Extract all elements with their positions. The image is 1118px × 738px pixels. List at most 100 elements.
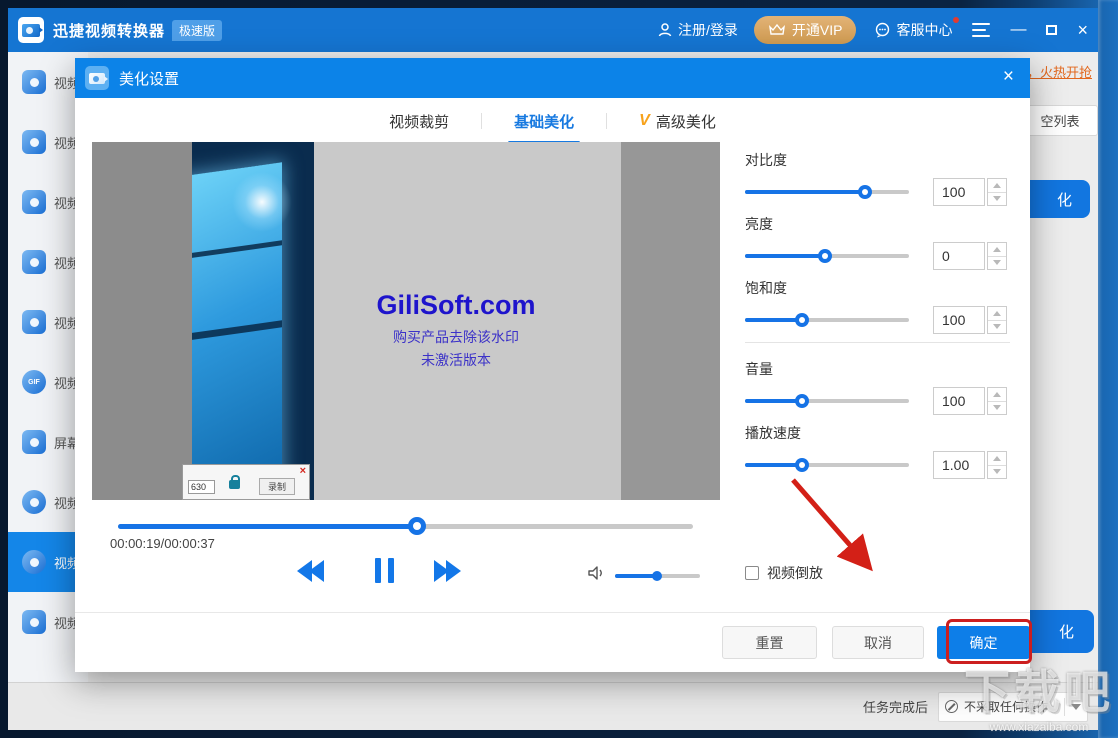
speaker-icon — [588, 566, 602, 580]
saturation-value[interactable]: 100 — [933, 306, 985, 334]
settings-divider — [745, 342, 1010, 343]
promo-link[interactable]: ，火热开抢 — [1027, 62, 1092, 81]
video-download-icon — [22, 490, 46, 514]
volume-handle[interactable] — [651, 571, 662, 581]
contrast-value[interactable]: 100 — [933, 178, 985, 206]
time-display: 00:00:19/00:00:37 — [110, 536, 215, 551]
spin-up-icon — [988, 307, 1006, 321]
mini-size-field: 630 — [188, 480, 215, 494]
maximize-button[interactable] — [1046, 25, 1058, 35]
video-reverse-checkbox[interactable]: 视频倒放 — [745, 563, 1010, 583]
checkbox-box[interactable] — [745, 566, 759, 580]
dialog-tabs: 视频裁剪 基础美化 V 高级美化 — [75, 98, 1030, 144]
no-action-icon — [945, 700, 958, 713]
notification-dot — [953, 17, 960, 23]
mini-record-button: 录制 — [259, 478, 295, 495]
spin-up-icon — [988, 388, 1006, 402]
edition-badge: 极速版 — [172, 19, 223, 41]
tab-video-crop[interactable]: 视频裁剪 — [383, 101, 455, 142]
preview-frame-background: GiliSoft.com 购买产品去除该水印 未激活版本 — [314, 142, 621, 500]
video-preview: GiliSoft.com 购买产品去除该水印 未激活版本 × 630 录制 — [92, 142, 720, 500]
dialog-title: 美化设置 — [119, 70, 180, 88]
volume-setting-slider[interactable] — [745, 394, 909, 408]
spin-down-icon — [988, 466, 1006, 479]
spin-up-icon — [988, 179, 1006, 193]
settings-panel: 对比度 100 亮度 0 饱和度 100 音量 100 播放速度 1.00 视频… — [745, 142, 1010, 583]
dialog-header: 美化设置 × — [75, 58, 1030, 98]
app-logo-icon — [18, 17, 44, 43]
tab-basic-beautify[interactable]: 基础美化 — [508, 101, 581, 144]
video-beautify-icon — [22, 550, 46, 574]
recorded-tool-window: × 630 录制 — [182, 464, 310, 500]
screen-record-icon — [22, 430, 46, 454]
brightness-stepper[interactable] — [987, 242, 1007, 270]
brightness-value[interactable]: 0 — [933, 242, 985, 270]
vip-button[interactable]: 开通VIP — [753, 16, 857, 44]
pause-button[interactable] — [375, 558, 394, 583]
volume-setting-value[interactable]: 100 — [933, 387, 985, 415]
preview-frame-image — [192, 142, 314, 500]
cancel-button[interactable]: 取消 — [832, 626, 924, 659]
close-button[interactable]: × — [1077, 21, 1088, 39]
desktop-wallpaper-strip — [1098, 0, 1118, 738]
ok-button[interactable]: 确定 — [937, 626, 1030, 659]
video-gif-icon: GIF — [22, 370, 46, 394]
menu-icon[interactable] — [972, 23, 991, 37]
mini-close-icon: × — [299, 465, 306, 477]
clear-list-button[interactable]: 空列表 — [1022, 105, 1098, 136]
spin-down-icon — [988, 321, 1006, 334]
video-merge-icon — [22, 310, 46, 334]
brightness-slider[interactable] — [745, 249, 909, 263]
vip-v-icon: V — [639, 112, 650, 129]
spin-down-icon — [988, 257, 1006, 270]
speed-value[interactable]: 1.00 — [933, 451, 985, 479]
chat-icon — [876, 22, 890, 38]
login-button[interactable]: 注册/登录 — [657, 20, 738, 40]
saturation-stepper[interactable] — [987, 306, 1007, 334]
beautify-settings-dialog: 美化设置 × 视频裁剪 基础美化 V 高级美化 GiliSoft.com 购买产… — [75, 58, 1030, 672]
contrast-slider[interactable] — [745, 185, 909, 199]
video-edit-icon — [22, 190, 46, 214]
after-task-label: 任务完成后 — [862, 700, 928, 715]
after-task-dropdown[interactable]: 不采取任何操作 — [938, 691, 1088, 722]
speed-stepper[interactable] — [987, 451, 1007, 479]
support-button[interactable]: 客服中心 — [874, 17, 960, 40]
saturation-slider[interactable] — [745, 313, 909, 327]
video-split-icon — [22, 250, 46, 274]
contrast-stepper[interactable] — [987, 178, 1007, 206]
reset-button[interactable]: 重置 — [722, 626, 817, 659]
bottom-bar: 任务完成后 不采取任何操作 — [8, 682, 1098, 730]
volume-label: 音量 — [745, 361, 773, 377]
speed-slider[interactable] — [745, 458, 909, 472]
preview-pillar-left — [92, 142, 192, 500]
spin-up-icon — [988, 243, 1006, 257]
person-icon — [658, 23, 672, 37]
video-convert-icon — [22, 70, 46, 94]
dialog-footer: 重置 取消 确定 — [75, 612, 1030, 672]
gilisoft-watermark: GiliSoft.com 购买产品去除该水印 未激活版本 — [376, 290, 536, 368]
volume-slider[interactable] — [615, 571, 700, 581]
video-compress-icon — [22, 130, 46, 154]
preview-pillar-right — [621, 142, 720, 500]
brightness-label: 亮度 — [745, 216, 773, 232]
spin-down-icon — [988, 193, 1006, 206]
dialog-app-icon — [85, 66, 109, 90]
minimize-button[interactable]: — — [1010, 22, 1026, 38]
tab-advanced-beautify[interactable]: V 高级美化 — [633, 101, 722, 142]
crown-icon — [768, 23, 785, 35]
playback-progress-slider[interactable] — [118, 517, 693, 535]
fast-forward-button[interactable] — [434, 560, 461, 582]
progress-handle[interactable] — [408, 517, 426, 535]
lock-icon — [229, 475, 240, 489]
dialog-close-icon[interactable]: × — [1003, 67, 1014, 87]
spin-up-icon — [988, 452, 1006, 466]
video-watermark-icon — [22, 610, 46, 634]
saturation-label: 饱和度 — [745, 280, 787, 296]
rewind-button[interactable] — [297, 560, 324, 582]
contrast-label: 对比度 — [745, 152, 787, 168]
titlebar: 迅捷视频转换器 极速版 注册/登录 开通VIP 客服中心 — × — [8, 8, 1098, 52]
volume-stepper[interactable] — [987, 387, 1007, 415]
chevron-down-icon — [1064, 697, 1081, 716]
spin-down-icon — [988, 402, 1006, 415]
app-title: 迅捷视频转换器 — [53, 22, 166, 40]
